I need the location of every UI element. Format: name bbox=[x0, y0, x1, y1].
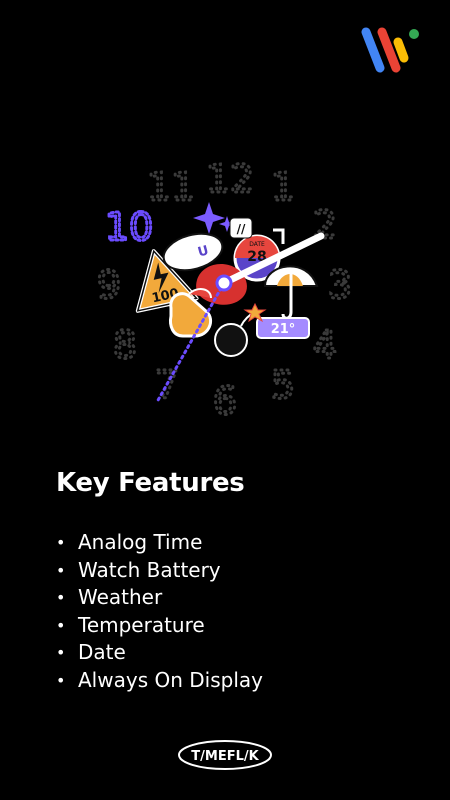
sparkle-icon bbox=[193, 202, 225, 234]
feature-item: • Temperature bbox=[56, 612, 263, 640]
watch-face-preview: 12 1 2 3 4 5 6 7 8 9 10 11 100 DATE 28 /… bbox=[95, 156, 353, 425]
umbrella-icon bbox=[263, 265, 319, 320]
feature-item: • Weather bbox=[56, 584, 263, 612]
bullet: • bbox=[56, 643, 66, 662]
bullet: • bbox=[56, 560, 66, 580]
date-label: DATE bbox=[249, 241, 265, 248]
feature-item: • Analog Time bbox=[56, 529, 263, 557]
feature-label: Date bbox=[78, 640, 126, 664]
numeral-1: 1 bbox=[271, 165, 295, 209]
svg-text://: // bbox=[237, 222, 246, 236]
wear-os-logo-icon bbox=[361, 27, 419, 73]
numeral-5: 5 bbox=[271, 363, 295, 407]
feature-item: • Watch Battery bbox=[56, 557, 263, 585]
svg-text:T/MEFL/K: T/MEFL/K bbox=[191, 749, 259, 764]
numeral-3: 3 bbox=[328, 263, 352, 307]
bullet: • bbox=[56, 615, 66, 635]
features-list: • Analog Time • Watch Battery • Weather • Te… bbox=[56, 529, 263, 694]
numeral-4: 4 bbox=[313, 323, 337, 367]
feature-label: Watch Battery bbox=[78, 557, 221, 582]
feature-label: Temperature bbox=[78, 612, 205, 637]
numeral-6: 6 bbox=[213, 379, 237, 423]
numeral-12: 12 bbox=[206, 157, 254, 201]
bullet: • bbox=[56, 588, 66, 607]
numeral-11: 11 bbox=[147, 165, 195, 209]
features-heading: Key Features bbox=[56, 468, 245, 498]
feature-label: Analog Time bbox=[78, 530, 203, 554]
bullet: • bbox=[56, 533, 66, 552]
numeral-10: 10 bbox=[105, 205, 153, 249]
temperature-value: 21° bbox=[271, 322, 296, 337]
bullet: • bbox=[56, 670, 66, 690]
feature-item: • Always On Display bbox=[56, 667, 263, 695]
temperature-chip: 21° bbox=[256, 317, 310, 339]
numeral-9: 9 bbox=[97, 263, 121, 307]
feature-item: • Date bbox=[56, 639, 263, 667]
feature-label: Always On Display bbox=[78, 667, 263, 692]
feature-label: Weather bbox=[78, 585, 163, 609]
hand-sticker bbox=[169, 288, 212, 338]
numeral-8: 8 bbox=[113, 323, 137, 367]
brand-logo: T/MEFL/K bbox=[178, 740, 272, 770]
center-pin bbox=[215, 274, 233, 292]
